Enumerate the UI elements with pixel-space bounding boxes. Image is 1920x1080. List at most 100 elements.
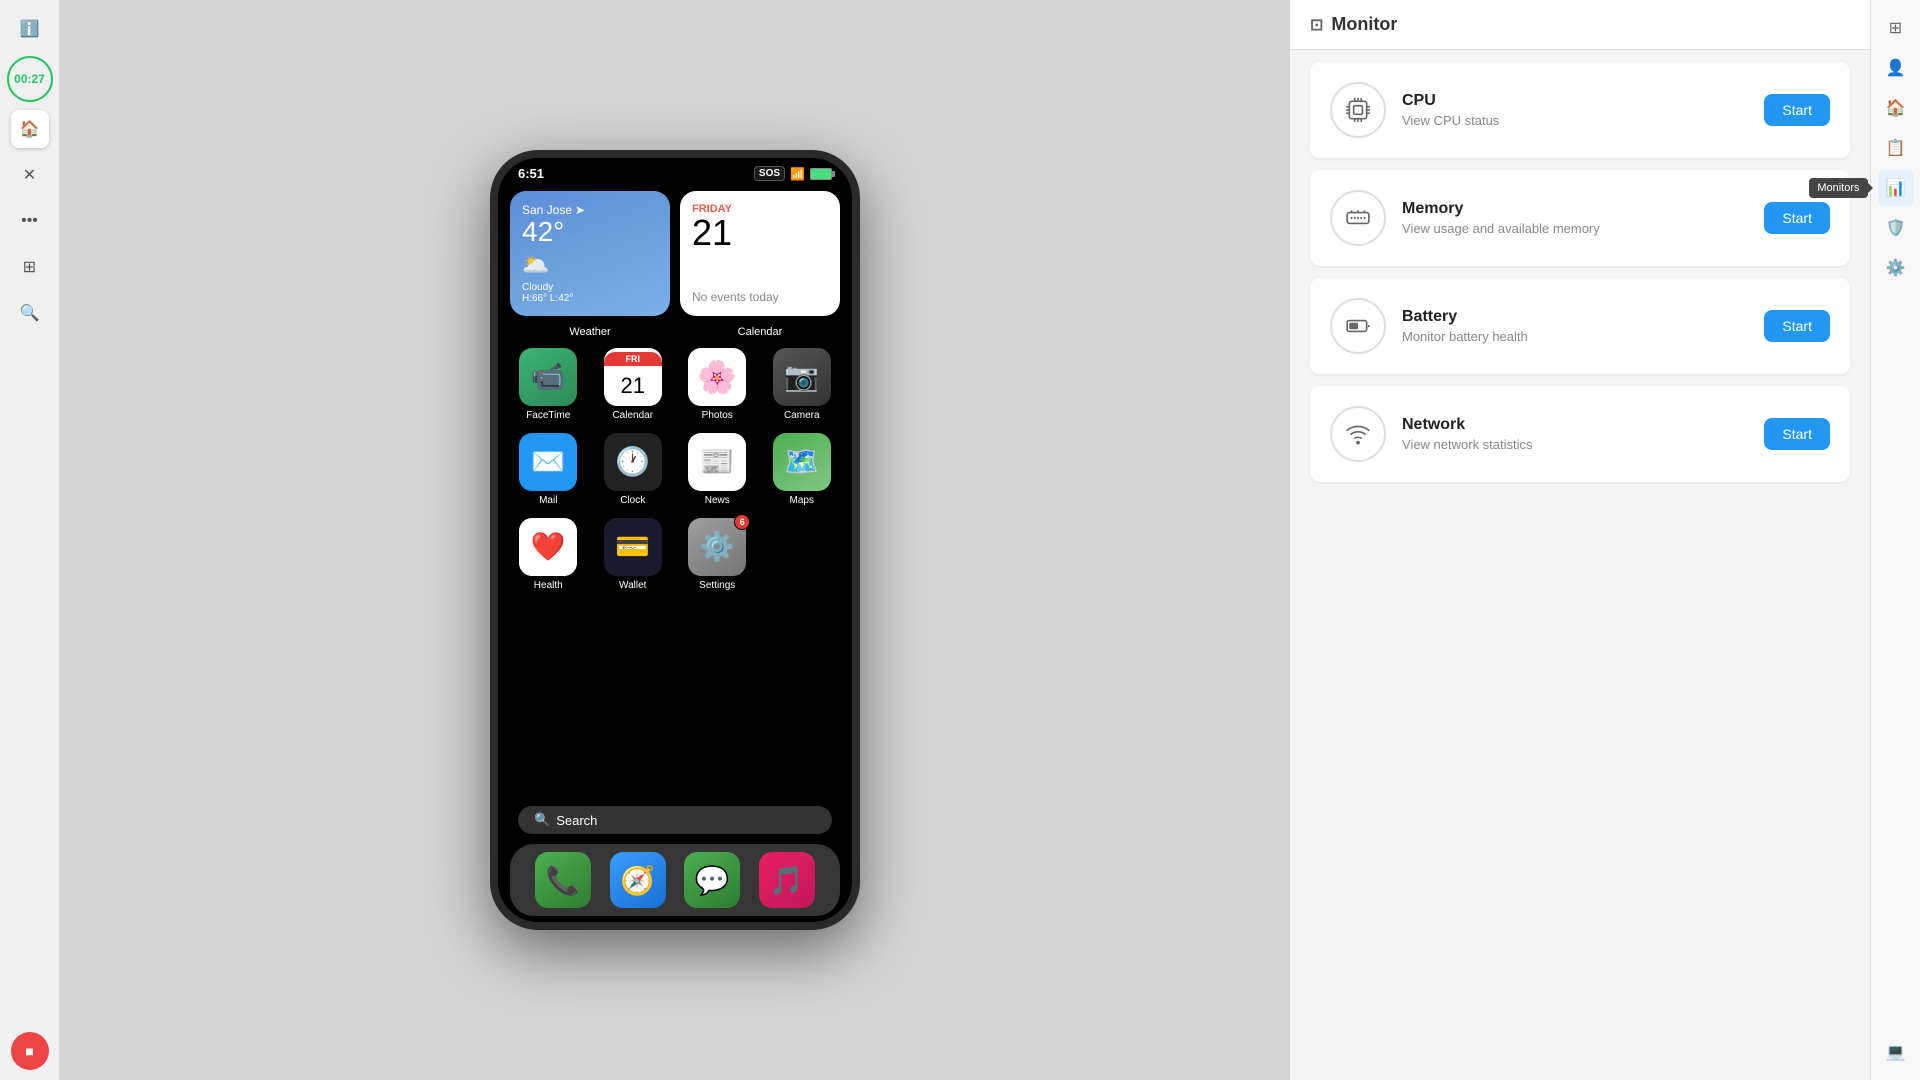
app-clock-label: Clock [620,495,645,506]
settings2-icon[interactable]: ⚙️ [1878,250,1914,286]
dock-messages[interactable]: 💬 [684,852,740,908]
more-icon[interactable]: ••• [11,202,49,240]
home-icon[interactable]: 🏠 [11,110,49,148]
app-camera[interactable]: 📷 Camera [764,348,841,421]
app-news-label: News [705,495,730,506]
status-bar: 6:51 SOS 📶 [498,158,852,185]
calendar-app-icon: FRI 21 [604,348,662,406]
bottom-icon[interactable]: 💻 [1878,1034,1914,1070]
weather-widget[interactable]: San Jose ➤ 42° 🌥️ Cloudy H:66° L:42° [510,191,670,316]
monitors-icon[interactable]: 📊 Monitors [1878,170,1914,206]
app-health-label: Health [534,580,563,591]
phone-screen: 6:51 SOS 📶 San Jose ➤ [498,158,852,922]
close-icon[interactable]: ✕ [11,156,49,194]
network-icon [1330,406,1386,462]
battery-desc: Monitor battery health [1402,329,1748,344]
app-facetime[interactable]: 📹 FaceTime [510,348,587,421]
app-grid: 📹 FaceTime FRI 21 Calendar [510,348,840,591]
cpu-info: CPU View CPU status [1402,92,1748,128]
clock-icon: 🕐 [604,433,662,491]
layers-icon[interactable]: ⊞ [11,248,49,286]
dock-phone[interactable]: 📞 [535,852,591,908]
widget-row: San Jose ➤ 42° 🌥️ Cloudy H:66° L:42° FRI… [510,191,840,316]
phone-area: 6:51 SOS 📶 San Jose ➤ [60,0,1290,1080]
search-icon-phone: 🔍 [534,812,550,828]
app-settings[interactable]: ⚙️ 6 Settings [679,518,756,591]
cpu-desc: View CPU status [1402,113,1748,128]
battery-info: Battery Monitor battery health [1402,308,1748,344]
app-mail-label: Mail [539,495,557,506]
monitor-list: CPU View CPU status Start Memory View us… [1290,50,1870,1080]
far-right-bar: ⊞ 👤 🏠 📋 📊 Monitors 🛡️ ⚙️ 💻 [1870,0,1920,1080]
dock: 📞 🧭 💬 🎵 [510,844,840,916]
app-photos-label: Photos [702,410,733,421]
dock-safari[interactable]: 🧭 [610,852,666,908]
settings-icon: ⚙️ 6 [688,518,746,576]
network-info: Network View network statistics [1402,416,1748,452]
photos-icon: 🌸 [688,348,746,406]
monitor-title: Monitor [1331,14,1397,35]
monitor-panel: ⊡ Monitor CPU View CPU status Start [1290,0,1870,1080]
battery-title: Battery [1402,308,1748,326]
left-toolbar: ℹ️ 00:27 🏠 ✕ ••• ⊞ 🔍 ■ [0,0,60,1080]
register-icon[interactable]: 📋 [1878,130,1914,166]
network-start-button[interactable]: Start [1764,418,1830,450]
app-wallet[interactable]: 💳 Wallet [595,518,672,591]
app-settings-label: Settings [699,580,735,591]
app-calendar[interactable]: FRI 21 Calendar [595,348,672,421]
weather-label: Weather [510,326,670,338]
monitor-header-icon: ⊡ [1310,15,1323,35]
wallet-icon: 💳 [604,518,662,576]
cpu-icon [1330,82,1386,138]
calendar-widget[interactable]: FRIDAY 21 No events today [680,191,840,316]
grid-icon[interactable]: ⊞ [1878,10,1914,46]
app-clock[interactable]: 🕐 Clock [595,433,672,506]
cal-date: 21 [692,215,828,251]
monitor-card-network: Network View network statistics Start [1310,386,1850,482]
app-facetime-label: FaceTime [526,410,570,421]
facetime-icon: 📹 [519,348,577,406]
home2-icon[interactable]: 🏠 [1878,90,1914,126]
app-mail[interactable]: ✉️ Mail [510,433,587,506]
search-bar[interactable]: 🔍 Search [518,806,832,834]
app-news[interactable]: 📰 News [679,433,756,506]
monitor-card-battery: Battery Monitor battery health Start [1310,278,1850,374]
camera-icon: 📷 [773,348,831,406]
settings-badge: 6 [734,514,750,530]
memory-title: Memory [1402,200,1748,218]
memory-info: Memory View usage and available memory [1402,200,1748,236]
cal-no-events: No events today [692,290,828,304]
battery-icon [810,168,832,180]
cpu-title: CPU [1402,92,1748,110]
app-photos[interactable]: 🌸 Photos [679,348,756,421]
weather-temp: 42° [522,217,658,248]
wifi-icon: 📶 [790,167,805,181]
app-health[interactable]: ❤️ Health [510,518,587,591]
cpu-start-button[interactable]: Start [1764,94,1830,126]
maps-icon: 🗺️ [773,433,831,491]
network-title: Network [1402,416,1748,434]
news-icon: 📰 [688,433,746,491]
phone-frame: 6:51 SOS 📶 San Jose ➤ [490,150,860,930]
info-icon[interactable]: ℹ️ [11,10,49,48]
memory-start-button[interactable]: Start [1764,202,1830,234]
stop-button[interactable]: ■ [11,1032,49,1070]
dock-music[interactable]: 🎵 [759,852,815,908]
app-maps-label: Maps [790,495,814,506]
shield-icon[interactable]: 🛡️ [1878,210,1914,246]
timer-badge[interactable]: 00:27 [7,56,53,102]
status-time: 6:51 [518,166,544,181]
memory-desc: View usage and available memory [1402,221,1748,236]
search-icon[interactable]: 🔍 [11,294,49,332]
home-content: San Jose ➤ 42° 🌥️ Cloudy H:66° L:42° FRI… [498,185,852,802]
app-maps[interactable]: 🗺️ Maps [764,433,841,506]
monitor-card-memory: Memory View usage and available memory S… [1310,170,1850,266]
battery-start-button[interactable]: Start [1764,310,1830,342]
weather-city: San Jose ➤ [522,203,658,217]
monitor-card-cpu: CPU View CPU status Start [1310,62,1850,158]
profile-icon[interactable]: 👤 [1878,50,1914,86]
app-camera-label: Camera [784,410,820,421]
monitor-header: ⊡ Monitor [1290,0,1870,50]
mail-icon: ✉️ [519,433,577,491]
app-calendar-label: Calendar [612,410,653,421]
